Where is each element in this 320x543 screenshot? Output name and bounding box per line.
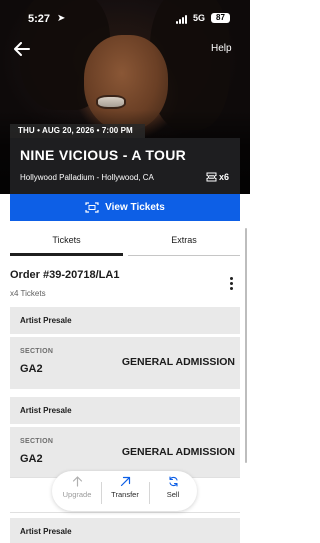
presale-label: Artist Presale xyxy=(20,406,72,415)
action-divider xyxy=(101,482,102,504)
arrow-up-right-icon xyxy=(120,476,130,487)
sell-button[interactable]: Sell xyxy=(153,476,193,499)
location-arrow-icon: ➤ xyxy=(57,13,66,24)
upgrade-button[interactable]: Upgrade xyxy=(57,476,97,499)
presale-label-strip: Artist Presale xyxy=(10,397,240,424)
tab-tickets[interactable]: Tickets xyxy=(10,228,123,256)
order-subtitle: x4 Tickets xyxy=(10,289,46,298)
section-value: GA2 xyxy=(20,363,43,375)
admission-type: GENERAL ADMISSION xyxy=(121,356,235,368)
event-title: NINE VICIOUS - A TOUR xyxy=(20,147,187,163)
more-options-icon[interactable] xyxy=(230,277,234,290)
presale-label-strip: Artist Presale xyxy=(10,518,240,543)
sell-label: Sell xyxy=(166,490,180,499)
status-bar: 5:27 ➤ 5G 87 xyxy=(0,0,250,34)
help-link[interactable]: Help xyxy=(211,43,232,54)
view-tickets-label: View Tickets xyxy=(105,202,165,213)
event-date: THU • AUG 20, 2026 • 7:00 PM xyxy=(18,126,133,135)
ticket-card[interactable]: SECTION GA2 GENERAL ADMISSION xyxy=(10,337,240,389)
section-value: GA2 xyxy=(20,453,43,465)
scrollbar[interactable] xyxy=(245,228,247,463)
status-time: 5:27 xyxy=(28,13,51,25)
refresh-icon xyxy=(168,476,178,487)
upgrade-label: Upgrade xyxy=(62,490,92,499)
scan-ticket-icon xyxy=(85,202,99,213)
action-divider xyxy=(149,482,150,504)
presale-label: Artist Presale xyxy=(20,527,72,536)
battery-icon: 87 xyxy=(211,13,230,23)
presale-label: Artist Presale xyxy=(20,316,72,325)
event-info-panel: NINE VICIOUS - A TOUR Hollywood Palladiu… xyxy=(10,138,240,194)
section-label: SECTION xyxy=(20,438,54,445)
view-tickets-button[interactable]: View Tickets xyxy=(10,194,240,221)
order-title: Order #39-20718/LA1 xyxy=(10,269,120,281)
signal-icon xyxy=(176,15,187,24)
ticket-tabs: Tickets Extras xyxy=(10,228,240,256)
ticket-icon xyxy=(206,172,217,182)
network-label: 5G xyxy=(193,13,206,23)
back-arrow-icon[interactable] xyxy=(14,42,30,56)
event-venue: Hollywood Palladium - Hollywood, CA xyxy=(20,173,154,182)
arrow-up-icon xyxy=(72,476,82,487)
event-date-bar: THU • AUG 20, 2026 • 7:00 PM xyxy=(10,124,145,138)
transfer-button[interactable]: Transfer xyxy=(105,476,145,499)
ticket-count: x6 xyxy=(219,172,230,182)
tab-extras[interactable]: Extras xyxy=(128,228,240,256)
section-label: SECTION xyxy=(20,348,54,355)
presale-label-strip: Artist Presale xyxy=(10,307,240,334)
transfer-label: Transfer xyxy=(111,490,139,499)
admission-type: GENERAL ADMISSION xyxy=(121,446,235,458)
